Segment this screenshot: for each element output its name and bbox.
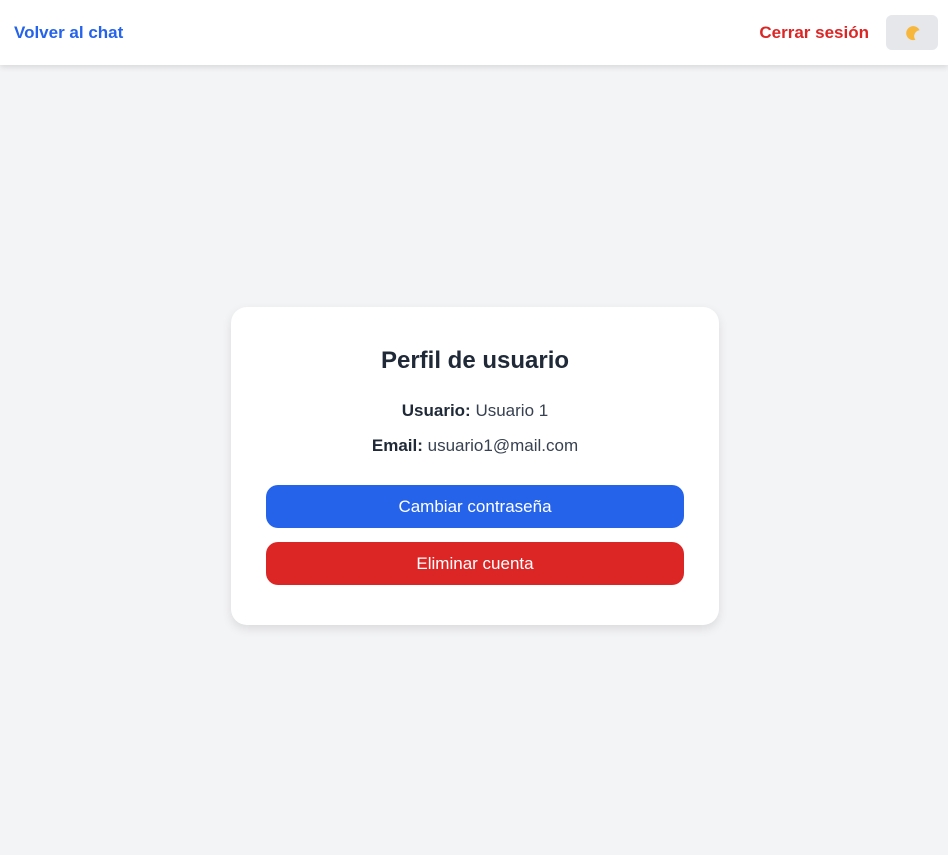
profile-card: Perfil de usuario Usuario: Usuario 1 Ema…: [231, 307, 719, 625]
theme-toggle-button[interactable]: [886, 15, 938, 50]
username-row: Usuario: Usuario 1: [266, 400, 684, 422]
delete-account-button[interactable]: Eliminar cuenta: [266, 542, 684, 585]
email-row: Email: usuario1@mail.com: [266, 435, 684, 457]
moon-icon: [906, 25, 920, 40]
email-label: Email:: [371, 436, 428, 455]
top-navbar: Volver al chat Cerrar sesión: [0, 0, 948, 65]
back-to-chat-link[interactable]: Volver al chat: [14, 23, 123, 43]
email-value: usuario1@mail.com: [427, 436, 579, 455]
username-label: Usuario:: [401, 401, 476, 420]
change-password-button[interactable]: Cambiar contraseña: [266, 485, 684, 528]
logout-link[interactable]: Cerrar sesión: [759, 23, 869, 43]
page-title: Perfil de usuario: [380, 347, 570, 374]
navbar-actions: Cerrar sesión: [759, 15, 938, 50]
username-value: Usuario 1: [475, 401, 549, 420]
